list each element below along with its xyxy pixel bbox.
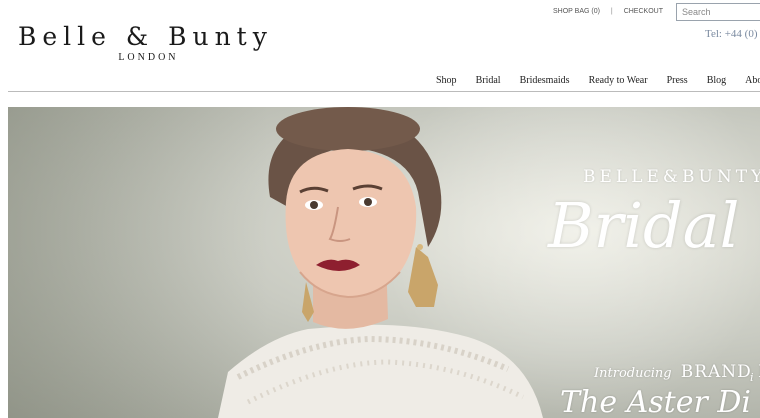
- utility-separator: |: [610, 8, 613, 15]
- hero-collection-name: The Aster Di: [560, 385, 752, 418]
- nav-item-bridal[interactable]: Bridal: [476, 75, 501, 86]
- header-divider: [8, 91, 760, 92]
- nav-item-press[interactable]: Press: [667, 75, 688, 86]
- nav-item-ready-to-wear[interactable]: Ready to Wear: [589, 75, 648, 86]
- search-input[interactable]: Search: [676, 3, 760, 21]
- hero-brand-name: BELLE&BUNTY: [583, 167, 760, 187]
- shop-bag-link[interactable]: SHOP BAG (0): [553, 8, 600, 15]
- nav-item-blog[interactable]: Blog: [707, 75, 726, 86]
- nav-item-shop[interactable]: Shop: [436, 75, 457, 86]
- model-photo: [218, 107, 543, 418]
- hero-title: Bridal: [548, 189, 740, 262]
- site-logo[interactable]: Belle & Bunty LONDON: [18, 24, 273, 63]
- main-nav: Shop Bridal Bridesmaids Ready to Wear Pr…: [436, 70, 760, 88]
- utility-links: SHOP BAG (0) | CHECKOUT: [553, 8, 663, 15]
- nav-item-bridesmaids[interactable]: Bridesmaids: [520, 75, 570, 86]
- logo-wordmark: Belle & Bunty: [18, 22, 273, 51]
- logo-location: LONDON: [118, 52, 179, 63]
- phone-number: Tel: +44 (0): [705, 28, 758, 40]
- hero-banner[interactable]: BELLE&BUNTY Bridal Introducing BRAND NEW…: [8, 107, 760, 418]
- hero-intro: Introducing BRAND NEW S: [594, 362, 760, 382]
- checkout-link[interactable]: CHECKOUT: [624, 8, 663, 15]
- nav-item-about-us[interactable]: About us: [745, 75, 760, 86]
- hero-intro-lead: Introducing: [594, 366, 672, 381]
- hero-intro-highlight: BRAND NEW S: [680, 362, 760, 382]
- hero-collection-connector: i: [750, 371, 754, 384]
- hero-collection: i The Aster Di: [560, 371, 754, 418]
